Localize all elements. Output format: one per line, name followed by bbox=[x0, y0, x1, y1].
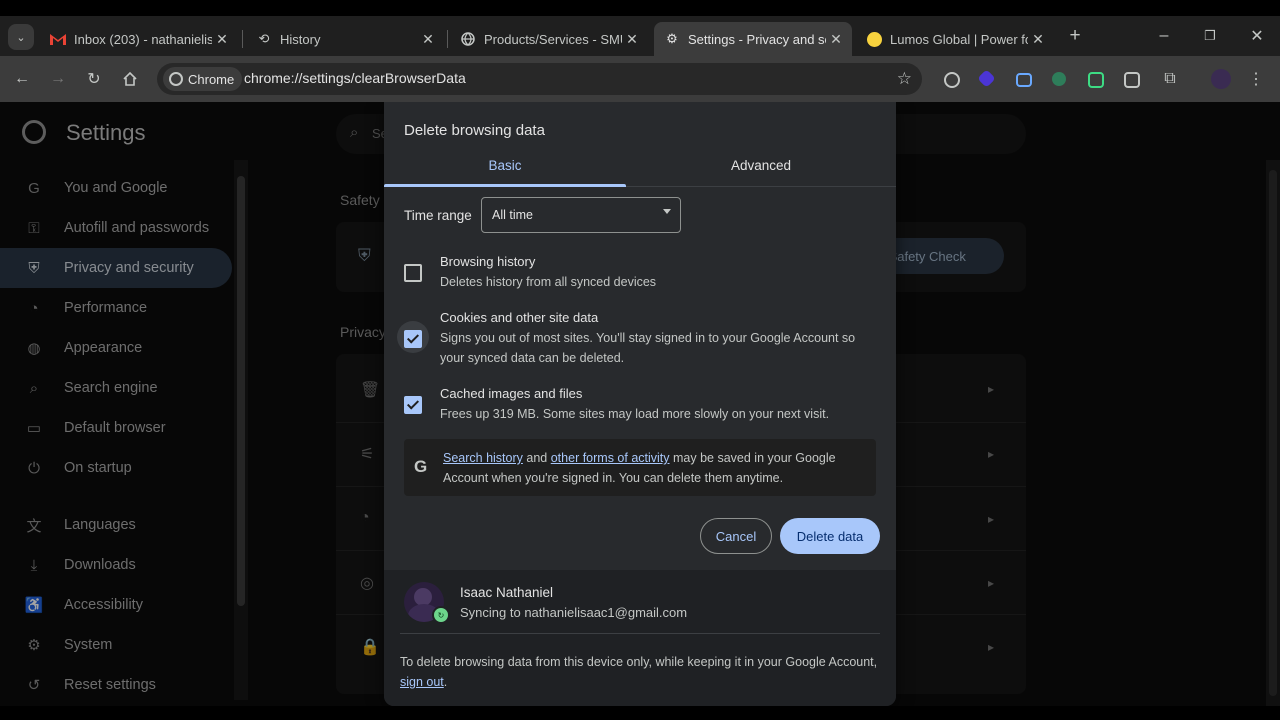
globe-icon bbox=[460, 31, 476, 47]
close-tab-icon[interactable]: ✕ bbox=[826, 31, 846, 48]
note-text: Search history and other forms of activi… bbox=[443, 448, 863, 488]
cookies-checkbox[interactable] bbox=[404, 330, 422, 348]
footer-text: To delete browsing data from this device… bbox=[400, 652, 880, 692]
menu-kebab-icon[interactable]: ⋮ bbox=[1244, 67, 1268, 91]
tab-title: Products/Services - SMU bbox=[484, 31, 622, 47]
sync-icon: ↻ bbox=[432, 606, 450, 624]
tab-lumos[interactable]: Lumos Global | Power for ✕ bbox=[856, 22, 1054, 56]
footer-period: . bbox=[443, 675, 448, 689]
account-name: Isaac Nathaniel bbox=[460, 585, 554, 600]
note-and: and bbox=[526, 451, 548, 465]
extension-w-icon[interactable] bbox=[944, 72, 960, 88]
tab-advanced[interactable]: Advanced bbox=[640, 158, 882, 186]
account-sync-status: Syncing to nathanielisaac1@gmail.com bbox=[460, 605, 688, 620]
dropdown-caret-icon bbox=[663, 209, 671, 214]
extension-play-icon[interactable] bbox=[1088, 72, 1104, 88]
tab-settings[interactable]: ⚙ Settings - Privacy and se ✕ bbox=[654, 22, 852, 56]
cached-images-checkbox[interactable] bbox=[404, 396, 422, 414]
option-title: Browsing history bbox=[440, 254, 536, 269]
tab-title: History bbox=[280, 31, 321, 47]
other-activity-link[interactable]: other forms of activity bbox=[551, 451, 670, 465]
chrome-icon bbox=[169, 72, 183, 86]
gmail-icon bbox=[50, 31, 66, 47]
footer-message: To delete browsing data from this device… bbox=[400, 655, 878, 669]
divider bbox=[400, 633, 880, 634]
option-title: Cached images and files bbox=[440, 386, 583, 401]
tab-strip: ⌄ Inbox (203) - nathanielisa ✕ ⟲ History… bbox=[0, 16, 1280, 56]
extensions-puzzle-icon[interactable]: ⧉ bbox=[1158, 67, 1182, 91]
restore-window-icon[interactable]: ❐ bbox=[1198, 24, 1222, 48]
history-icon: ⟲ bbox=[258, 31, 270, 46]
tab-title: Lumos Global | Power for bbox=[890, 31, 1028, 47]
extension-screen-icon[interactable] bbox=[1016, 73, 1032, 87]
chip-label: Chrome bbox=[188, 71, 235, 87]
tab-title: Inbox (203) - nathanielisa bbox=[74, 31, 212, 47]
option-description: Frees up 319 MB. Some sites may load mor… bbox=[440, 407, 830, 421]
browsing-history-checkbox[interactable] bbox=[404, 264, 422, 282]
tab-divider bbox=[242, 30, 243, 48]
option-title: Cookies and other site data bbox=[440, 310, 599, 325]
dialog-title: Delete browsing data bbox=[404, 122, 545, 139]
extension-green-icon[interactable] bbox=[1052, 72, 1066, 86]
close-tab-icon[interactable]: ✕ bbox=[212, 31, 232, 48]
google-activity-note: G Search history and other forms of acti… bbox=[404, 439, 876, 496]
address-bar[interactable]: Chrome chrome://settings/clearBrowserDat… bbox=[157, 63, 922, 95]
home-icon[interactable] bbox=[118, 67, 142, 91]
time-range-value: All time bbox=[492, 208, 533, 222]
tab-search-chevron-icon[interactable]: ⌄ bbox=[8, 24, 34, 50]
search-history-link[interactable]: Search history bbox=[443, 451, 523, 465]
time-range-select[interactable]: All time bbox=[481, 197, 681, 233]
delete-browsing-data-dialog: Delete browsing data Basic Advanced Time… bbox=[384, 102, 896, 706]
extension-glasses-icon[interactable] bbox=[1124, 72, 1140, 88]
close-window-icon[interactable]: ✕ bbox=[1245, 24, 1269, 48]
new-tab-icon[interactable]: + bbox=[1063, 24, 1087, 48]
bookmark-star-icon[interactable]: ☆ bbox=[897, 69, 912, 89]
tab-divider bbox=[447, 30, 448, 48]
profile-avatar[interactable] bbox=[1211, 69, 1231, 89]
account-footer: ↻ Isaac Nathaniel Syncing to nathanielis… bbox=[384, 570, 896, 706]
option-description: Signs you out of most sites. You'll stay… bbox=[440, 331, 856, 365]
browser-toolbar: ← → ↻ Chrome chrome://settings/clearBrow… bbox=[0, 56, 1280, 102]
tab-products[interactable]: Products/Services - SMU ✕ bbox=[450, 22, 648, 56]
close-tab-icon[interactable]: ✕ bbox=[622, 31, 642, 48]
back-icon[interactable]: ← bbox=[10, 67, 34, 91]
tab-history[interactable]: ⟲ History ✕ bbox=[246, 22, 444, 56]
option-description: Deletes history from all synced devices bbox=[440, 275, 657, 289]
tab-selected-indicator bbox=[384, 184, 626, 187]
tab-inbox[interactable]: Inbox (203) - nathanielisa ✕ bbox=[40, 22, 238, 56]
forward-icon[interactable]: → bbox=[46, 67, 70, 91]
close-tab-icon[interactable]: ✕ bbox=[1028, 31, 1048, 48]
close-tab-icon[interactable]: ✕ bbox=[418, 31, 438, 48]
settings-page: Settings G You and Google ⚿ Autofill and p… bbox=[0, 102, 1280, 706]
lumos-icon bbox=[866, 31, 882, 47]
reload-icon[interactable]: ↻ bbox=[82, 67, 106, 91]
delete-data-button[interactable]: Delete data bbox=[780, 518, 880, 554]
site-info-chip[interactable]: Chrome bbox=[163, 67, 243, 91]
settings-gear-icon: ⚙ bbox=[666, 31, 678, 46]
time-range-label: Time range bbox=[404, 208, 472, 223]
tab-basic[interactable]: Basic bbox=[384, 158, 626, 186]
cancel-button[interactable]: Cancel bbox=[700, 518, 772, 554]
google-g-icon: G bbox=[414, 457, 428, 476]
minimize-icon[interactable]: – bbox=[1152, 24, 1176, 48]
tab-title: Settings - Privacy and se bbox=[688, 31, 826, 47]
url-text[interactable]: chrome://settings/clearBrowserData bbox=[244, 70, 466, 86]
extension-purple-icon[interactable] bbox=[977, 69, 996, 88]
sign-out-link[interactable]: sign out bbox=[400, 675, 444, 689]
